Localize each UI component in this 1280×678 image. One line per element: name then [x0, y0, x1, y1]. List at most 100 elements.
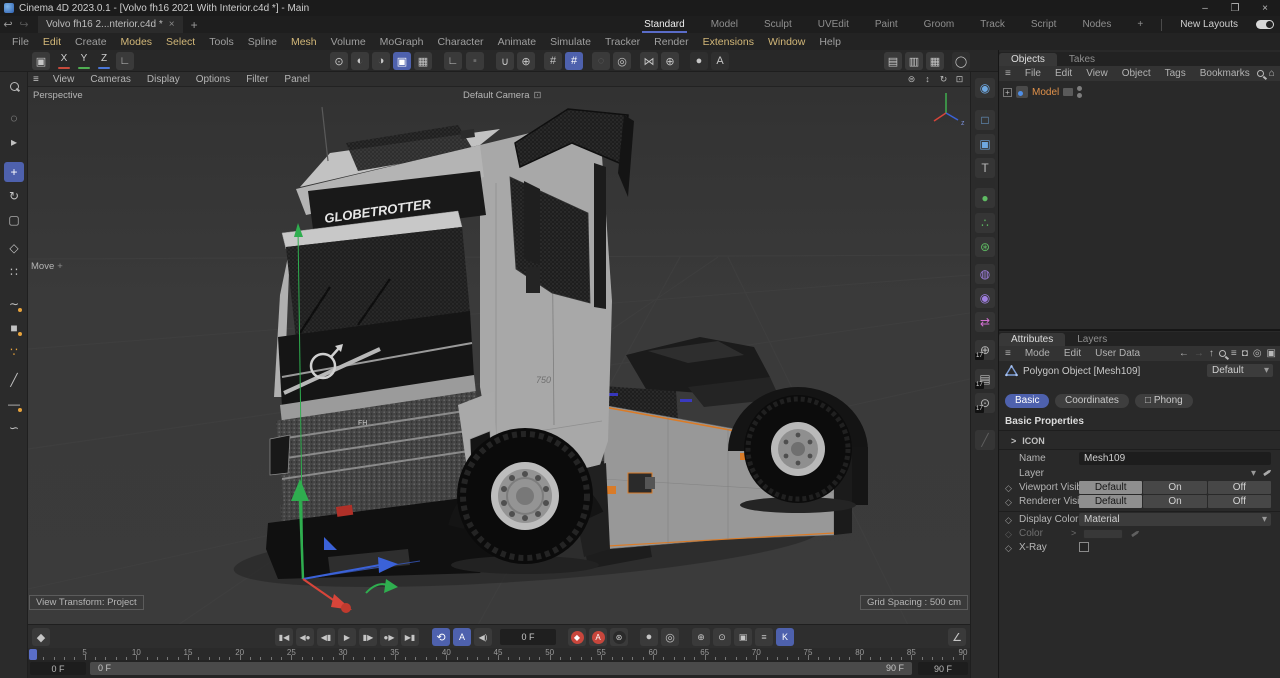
layout-tab-uvedit[interactable]: UVEdit	[806, 17, 861, 32]
symmetry-icon[interactable]: ⋈	[640, 52, 658, 70]
record-keyframe-button[interactable]: ◆	[568, 628, 586, 646]
snap-on-icon[interactable]: #	[565, 52, 583, 70]
menu-mesh[interactable]: Mesh	[284, 36, 324, 48]
menu-window[interactable]: Window	[761, 36, 812, 48]
rotate-view-icon[interactable]: ↻	[937, 74, 950, 85]
menu-tools[interactable]: Tools	[202, 36, 241, 48]
sound-button[interactable]: ◀)	[474, 628, 492, 646]
attr-filter-icon[interactable]: ≡	[1231, 348, 1237, 359]
menu-extensions[interactable]: Extensions	[696, 36, 761, 48]
text-object-icon[interactable]: T	[975, 158, 995, 178]
point-tools[interactable]: ∵	[4, 342, 24, 362]
plane-primitive-icon[interactable]: □	[975, 110, 995, 130]
renderer-visibility-on[interactable]: On	[1143, 495, 1206, 508]
objects-menu-edit[interactable]: Edit	[1048, 68, 1079, 79]
sky-object-icon[interactable]: ⊕17	[975, 340, 995, 360]
viewport-visibility-off[interactable]: Off	[1208, 481, 1271, 494]
tab-layers[interactable]: Layers	[1065, 333, 1119, 347]
menu-mograph[interactable]: MoGraph	[373, 36, 431, 48]
current-frame-field[interactable]: 0 F	[500, 629, 556, 645]
loop-playback-button[interactable]: ⟲	[432, 628, 450, 646]
menu-volume[interactable]: Volume	[324, 36, 373, 48]
menu-render[interactable]: Render	[647, 36, 695, 48]
key-selection-icon[interactable]: K	[776, 628, 794, 646]
range-end-field[interactable]: 90 F	[918, 662, 968, 675]
spline-corner-icon[interactable]: ◉	[975, 288, 995, 308]
line-cut-tool[interactable]: ―	[4, 394, 24, 414]
redo-icon[interactable]: ↪	[16, 18, 32, 31]
edit-render-icon[interactable]: ╱	[975, 430, 995, 450]
next-frame-button[interactable]: ▮▶	[359, 628, 377, 646]
solo-off-button[interactable]: ●	[640, 628, 658, 646]
axis-lock-z[interactable]: Z	[96, 53, 112, 69]
section-tab-coordinates[interactable]: Coordinates	[1055, 394, 1129, 408]
record-pla-icon[interactable]: ≡	[755, 628, 773, 646]
viewport-menu-filter[interactable]: Filter	[238, 74, 276, 85]
add-tab-icon[interactable]: +	[191, 18, 198, 32]
objects-menu-object[interactable]: Object	[1115, 68, 1158, 79]
viewport-menu-cameras[interactable]: Cameras	[82, 74, 139, 85]
objects-menu-view[interactable]: View	[1079, 68, 1115, 79]
spline-pen-icon[interactable]: ◉	[975, 78, 995, 98]
goto-start-button[interactable]: ▮◀	[275, 628, 293, 646]
attributes-menu-user-data[interactable]: User Data	[1088, 348, 1147, 359]
knife-tool[interactable]: ╱	[4, 370, 24, 390]
layout-tab-paint[interactable]: Paint	[863, 17, 910, 32]
tab-takes[interactable]: Takes	[1057, 53, 1107, 67]
keyframe-mode-button[interactable]: A	[453, 628, 471, 646]
workplane-lock-icon[interactable]: ∟	[444, 52, 462, 70]
axis-move-tool[interactable]: ◇	[4, 238, 24, 258]
name-field[interactable]: Mesh109	[1079, 452, 1271, 465]
close-tab-icon[interactable]: ×	[169, 19, 175, 30]
attr-search-icon[interactable]	[1219, 350, 1226, 357]
render-region-icon[interactable]: ▥	[905, 52, 923, 70]
viewport-hamburger-icon[interactable]: ≡	[33, 74, 39, 85]
quantize-settings-icon[interactable]: ◎	[613, 52, 631, 70]
render-settings-icon[interactable]: ▦	[926, 52, 944, 70]
solo-on-button[interactable]: ◎	[661, 628, 679, 646]
layout-tab-standard[interactable]: Standard	[632, 17, 697, 32]
menu-edit[interactable]: Edit	[36, 36, 68, 48]
layout-tab-sculpt[interactable]: Sculpt	[752, 17, 804, 32]
preset-dropdown[interactable]: Default▾	[1207, 364, 1273, 377]
layout-tab-nodes[interactable]: Nodes	[1070, 17, 1123, 32]
undo-icon[interactable]: ↩	[0, 18, 16, 31]
layout-tab-groom[interactable]: Groom	[912, 17, 967, 32]
viewport-menu-view[interactable]: View	[45, 74, 83, 85]
live-selection-tool[interactable]: ◌	[4, 108, 24, 128]
menu-character[interactable]: Character	[430, 36, 490, 48]
layout-tab-model[interactable]: Model	[699, 17, 750, 32]
prev-key-button[interactable]: ◀●	[296, 628, 314, 646]
anim-diamond[interactable]: ◇	[1005, 497, 1012, 508]
display-color-dropdown[interactable]: Material▾	[1079, 513, 1271, 526]
home-icon[interactable]: ⌂	[1269, 68, 1275, 79]
expand-icon[interactable]: +	[1003, 88, 1012, 97]
renderer-visibility-off[interactable]: Off	[1208, 495, 1271, 508]
annotate-icon[interactable]: A	[711, 52, 729, 70]
record-rotation-icon[interactable]: ⊙	[713, 628, 731, 646]
cube-primitive-icon[interactable]: ▣	[975, 134, 995, 154]
points-mode-icon[interactable]: ⊙	[330, 52, 348, 70]
camera-object-icon[interactable]: ▤17	[975, 369, 995, 389]
viewport-visibility-default[interactable]: Default	[1079, 481, 1142, 494]
record-scale-icon[interactable]: ▣	[734, 628, 752, 646]
timeline-ruler[interactable]: 051015202530354045505560657075808590	[28, 648, 970, 660]
autokey-button[interactable]: A	[589, 628, 607, 646]
objects-menu-tags[interactable]: Tags	[1158, 68, 1193, 79]
close-button[interactable]: ×	[1250, 0, 1280, 16]
section-tab-basic[interactable]: Basic	[1005, 394, 1049, 408]
layout-toggle[interactable]	[1256, 20, 1274, 29]
timeline-playhead[interactable]	[29, 649, 37, 660]
renderer-visibility-default[interactable]: Default	[1079, 495, 1142, 508]
layout-tab-track[interactable]: Track	[968, 17, 1017, 32]
attributes-menu-mode[interactable]: Mode	[1018, 348, 1057, 359]
axis-modify-icon[interactable]: ⊕	[517, 52, 535, 70]
menu-animate[interactable]: Animate	[491, 36, 544, 48]
viewport-menu-panel[interactable]: Panel	[276, 74, 318, 85]
polygon-mode-icon[interactable]: ◑	[372, 52, 390, 70]
selection-filter-tool[interactable]: ▸	[4, 132, 24, 152]
deformer-icon[interactable]: ⇄	[975, 312, 995, 332]
document-tab[interactable]: Volvo fh16 2...nterior.c4d * ×	[38, 16, 183, 33]
viewport-search-icon[interactable]	[4, 76, 24, 96]
field-object-icon[interactable]: ◍	[975, 264, 995, 284]
